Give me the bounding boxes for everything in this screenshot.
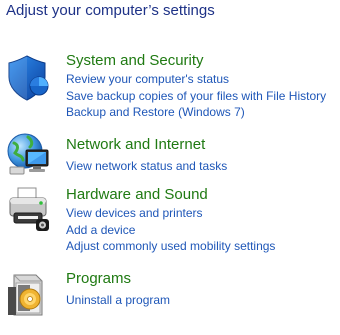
printer-icon[interactable] [6, 186, 52, 232]
category-title-hardware-and-sound[interactable]: Hardware and Sound [66, 186, 208, 204]
link-uninstall-a-program[interactable]: Uninstall a program [66, 292, 170, 309]
category-title-programs[interactable]: Programs [66, 270, 131, 288]
link-backup-and-restore[interactable]: Backup and Restore (Windows 7) [66, 104, 326, 121]
link-view-network-status[interactable]: View network status and tasks [66, 158, 227, 175]
category-title-system-and-security[interactable]: System and Security [66, 52, 204, 70]
hardware-and-sound-links: View devices and printers Add a device A… [66, 205, 275, 255]
link-view-devices-and-printers[interactable]: View devices and printers [66, 205, 275, 222]
page-title: Adjust your computer’s settings [6, 2, 215, 19]
category-title-network-and-internet[interactable]: Network and Internet [66, 136, 205, 154]
programs-links: Uninstall a program [66, 292, 170, 309]
shield-icon[interactable] [6, 55, 52, 101]
link-mobility-settings[interactable]: Adjust commonly used mobility settings [66, 238, 275, 255]
link-add-a-device[interactable]: Add a device [66, 222, 275, 239]
programs-box-icon[interactable] [6, 271, 52, 317]
link-review-computer-status[interactable]: Review your computer's status [66, 71, 326, 88]
network-and-internet-links: View network status and tasks [66, 158, 227, 175]
network-globe-icon[interactable] [6, 131, 52, 177]
link-file-history-backup[interactable]: Save backup copies of your files with Fi… [66, 88, 326, 105]
system-and-security-links: Review your computer's status Save backu… [66, 71, 326, 121]
